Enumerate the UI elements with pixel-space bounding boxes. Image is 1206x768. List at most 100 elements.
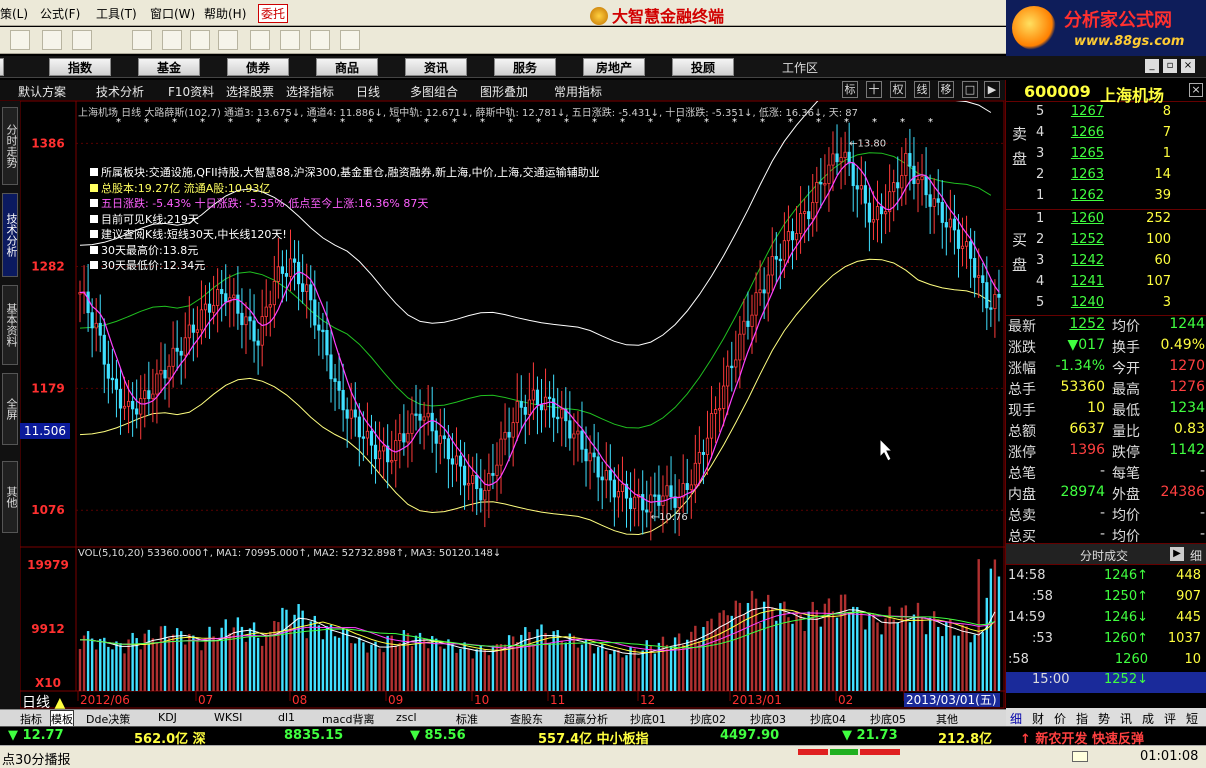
- candle-body: [369, 430, 374, 446]
- left-tab-1[interactable]: 技术分析: [2, 193, 18, 277]
- indicator-tab-7[interactable]: zscl: [396, 711, 417, 724]
- window-icon[interactable]: [280, 30, 300, 50]
- panel-tab-0[interactable]: 细: [1010, 710, 1022, 727]
- indicator-tab-0[interactable]: 指标: [20, 711, 42, 727]
- globe-icon[interactable]: [218, 30, 238, 50]
- nav-0[interactable]: 指数: [49, 58, 111, 76]
- volume-bar: [767, 594, 770, 691]
- candle-body: [159, 369, 163, 375]
- menu-item-5[interactable]: 委托: [258, 4, 289, 23]
- subbar-item-2[interactable]: F10资料: [168, 83, 214, 100]
- bullet-icon: [90, 183, 98, 192]
- indicator-tab-11[interactable]: 抄底01: [630, 711, 666, 727]
- nav-4[interactable]: 资讯: [405, 58, 467, 76]
- nav-1[interactable]: 基金: [138, 58, 200, 76]
- indicator-tab-8[interactable]: 标准: [456, 711, 478, 727]
- indicator-tab-13[interactable]: 抄底03: [750, 711, 786, 727]
- left-tab-3[interactable]: 全屏: [2, 373, 18, 445]
- panel-tab-8[interactable]: 短: [1186, 710, 1198, 727]
- tools-icon[interactable]: [42, 30, 62, 50]
- ask-row[interactable]: 2 1263 14: [1006, 167, 1206, 188]
- subbar-item-5[interactable]: 日线: [356, 83, 380, 100]
- left-tab-0[interactable]: 分时走势: [2, 107, 18, 185]
- left-tab-4[interactable]: 其他: [2, 461, 18, 533]
- bid-row[interactable]: 3 1242 60: [1006, 253, 1206, 274]
- help-icon[interactable]: [340, 30, 360, 50]
- ask-row[interactable]: 1 1262 39: [1006, 188, 1206, 209]
- menu-item-3[interactable]: 窗口(W): [150, 5, 195, 22]
- flag-icon[interactable]: [10, 30, 30, 50]
- chart-tool-button-3[interactable]: 线: [914, 81, 930, 98]
- binoculars-icon[interactable]: [72, 30, 92, 50]
- nav-5[interactable]: 服务: [494, 58, 556, 76]
- volume-bar: [317, 625, 321, 691]
- nav-2[interactable]: 债券: [227, 58, 289, 76]
- indicator-tab-9[interactable]: 查股东: [510, 711, 543, 727]
- menu-item-1[interactable]: 公式(F): [40, 5, 80, 22]
- minimize-icon[interactable]: _: [1145, 59, 1159, 73]
- book-icon[interactable]: [310, 30, 330, 50]
- nav-7[interactable]: 投顾: [672, 58, 734, 76]
- mail-icon[interactable]: [1072, 751, 1088, 762]
- left-tab-2[interactable]: 基本资料: [2, 285, 18, 365]
- diamond-icon[interactable]: [162, 30, 182, 50]
- tick-volume: 907: [1176, 589, 1201, 604]
- bid-row[interactable]: 4 1241 107: [1006, 274, 1206, 295]
- panel-tab-5[interactable]: 讯: [1120, 710, 1132, 727]
- restore-icon[interactable]: ▫: [1163, 59, 1177, 73]
- workarea-button[interactable]: 工作区: [782, 59, 818, 76]
- tick-volume: 10: [1184, 652, 1201, 667]
- close-panel-icon[interactable]: ×: [1189, 83, 1203, 97]
- chart-tool-button-0[interactable]: 标: [842, 81, 858, 98]
- nav-3[interactable]: 商品: [316, 58, 378, 76]
- indicator-tab-16[interactable]: 其他: [936, 711, 958, 727]
- panel-tab-1[interactable]: 财: [1032, 710, 1044, 727]
- ticks-detail-button[interactable]: 细: [1190, 547, 1202, 564]
- doc-icon[interactable]: [250, 30, 270, 50]
- nav-partial[interactable]: [0, 58, 4, 76]
- subbar-item-0[interactable]: 默认方案: [18, 83, 66, 100]
- circle-icon[interactable]: [190, 30, 210, 50]
- subbar-item-3[interactable]: 选择股票: [226, 83, 274, 100]
- subbar-item-8[interactable]: 常用指标: [554, 83, 602, 100]
- chart-tool-button-4[interactable]: 移: [938, 81, 954, 98]
- indicator-tab-12[interactable]: 抄底02: [690, 711, 726, 727]
- indicator-tab-10[interactable]: 超赢分析: [564, 711, 608, 727]
- menu-item-4[interactable]: 帮助(H): [204, 5, 246, 22]
- subbar-item-4[interactable]: 选择指标: [286, 83, 334, 100]
- chart-tool-button-2[interactable]: 权: [890, 81, 906, 98]
- panel-tab-2[interactable]: 价: [1054, 710, 1066, 727]
- panel-tab-7[interactable]: 评: [1164, 710, 1176, 727]
- candle-body: [414, 413, 418, 416]
- cursor-icon[interactable]: [132, 30, 152, 50]
- panel-tab-6[interactable]: 成: [1142, 710, 1154, 727]
- indicator-tab-3[interactable]: KDJ: [158, 711, 177, 724]
- subbar-item-7[interactable]: 图形叠加: [480, 83, 528, 100]
- indicator-tab-15[interactable]: 抄底05: [870, 711, 906, 727]
- indicator-tab-5[interactable]: dl1: [278, 711, 295, 724]
- bid-row[interactable]: 5 1240 3: [1006, 295, 1206, 316]
- subbar-item-6[interactable]: 多图组合: [410, 83, 458, 100]
- panel-tab-4[interactable]: 势: [1098, 710, 1110, 727]
- panel-tab-3[interactable]: 指: [1076, 710, 1088, 727]
- close-icon[interactable]: ×: [1181, 59, 1195, 73]
- bid-row[interactable]: 1 1260 252: [1006, 211, 1206, 232]
- chart-tool-button-6[interactable]: ▶: [984, 81, 1000, 98]
- ask-row[interactable]: 3 1265 1: [1006, 146, 1206, 167]
- indicator-tab-2[interactable]: Dde决策: [86, 711, 130, 727]
- ask-row[interactable]: 4 1266 7: [1006, 125, 1206, 146]
- indicator-tab-6[interactable]: macd背离: [322, 711, 375, 727]
- indicator-tab-4[interactable]: WKSI: [214, 711, 242, 724]
- candle-body: [900, 175, 904, 189]
- chart-tool-button-5[interactable]: □: [962, 81, 978, 98]
- chart-tool-button-1[interactable]: 十: [866, 81, 882, 98]
- play-icon[interactable]: ▶: [1170, 547, 1184, 561]
- indicator-tab-14[interactable]: 抄底04: [810, 711, 846, 727]
- bid-row[interactable]: 2 1252 100: [1006, 232, 1206, 253]
- subbar-item-1[interactable]: 技术分析: [96, 83, 144, 100]
- nav-6[interactable]: 房地产: [583, 58, 645, 76]
- kline-chart[interactable]: 1386 1282 1179 1076 19979 9912 X10 * * * * * * * * * * * *…: [19, 69, 1005, 711]
- menu-item-2[interactable]: 工具(T): [96, 5, 137, 22]
- ask-row[interactable]: 5 1267 8: [1006, 104, 1206, 125]
- menu-item-0[interactable]: 策(L): [0, 5, 28, 22]
